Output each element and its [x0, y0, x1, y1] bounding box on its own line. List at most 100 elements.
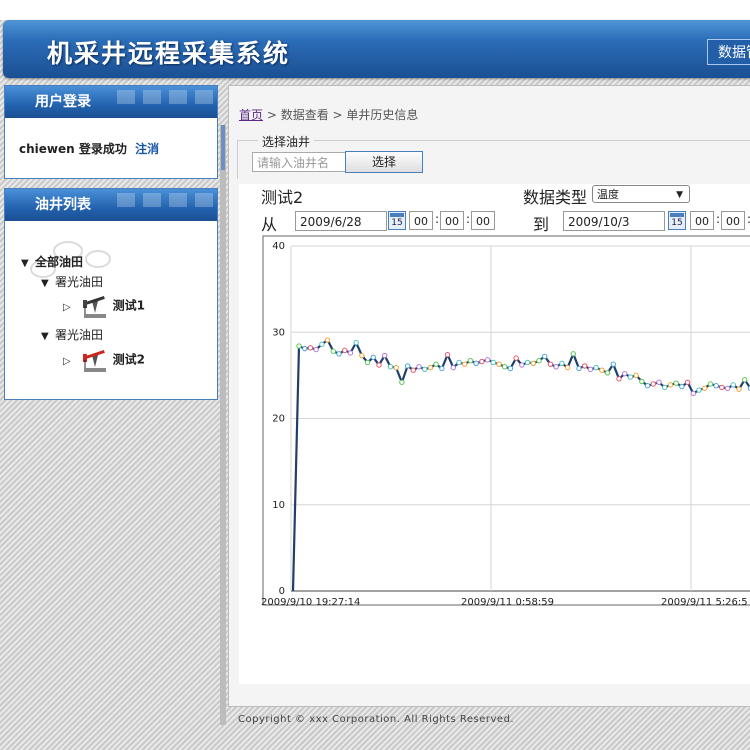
data-point — [462, 361, 468, 367]
data-point — [593, 364, 599, 371]
tree-group-1[interactable]: ▼ 署光油田 — [41, 273, 103, 290]
y-tick-label: 40 — [272, 241, 285, 252]
collapsed-triangle-icon: ▷ — [63, 301, 71, 313]
x-tick-label: 2009/9/10 19:27:14 — [261, 597, 360, 608]
tree-root-label: 全部油田 — [35, 255, 84, 269]
time-separator: : — [466, 212, 471, 226]
data-point — [707, 381, 714, 387]
nav-data-management-button[interactable]: 数据管 — [707, 39, 750, 65]
data-point — [679, 383, 685, 390]
current-well-name: 测试2 — [261, 188, 304, 207]
data-point — [713, 383, 719, 389]
data-point — [439, 365, 445, 372]
data-type-value: 温度 — [597, 188, 619, 201]
data-point — [364, 359, 371, 366]
data-point — [644, 383, 651, 389]
app-title: 机采井远程采集系统 — [47, 39, 291, 68]
login-panel: 用户登录 chiewen 登录成功 注消 — [4, 85, 218, 179]
data-point — [639, 378, 645, 385]
y-tick-label: 20 — [272, 414, 285, 425]
data-point — [484, 357, 491, 363]
data-point — [582, 363, 588, 369]
data-point — [519, 362, 525, 368]
y-tick-label: 30 — [272, 327, 285, 338]
data-point — [353, 339, 359, 346]
data-point — [616, 376, 622, 382]
splitter[interactable] — [220, 125, 226, 725]
copyright-footer: Copyright © xxx Corporation. All Rights … — [238, 714, 515, 725]
from-hour-input[interactable]: 00 — [409, 211, 433, 230]
to-label: 到 — [533, 215, 550, 234]
login-status-text: 登录成功 — [78, 142, 127, 156]
tree-well-1[interactable]: ▷ 测试1 — [63, 293, 145, 319]
data-point — [324, 337, 331, 343]
data-point — [342, 347, 348, 354]
tree-group-label: 署光油田 — [55, 275, 104, 289]
data-point — [622, 370, 628, 377]
pumpjack-icon — [82, 350, 106, 372]
breadcrumb: 首页 > 数据查看 > 单井历史信息 — [239, 106, 418, 123]
select-well-button[interactable]: 选择 — [345, 151, 423, 173]
data-point — [490, 359, 496, 366]
data-point — [564, 364, 571, 371]
calendar-icon[interactable]: 15 — [388, 211, 406, 230]
breadcrumb-current: > 单井历史信息 — [332, 108, 419, 122]
data-point — [684, 379, 691, 385]
data-point — [370, 354, 376, 360]
data-point — [302, 345, 308, 352]
data-point — [507, 365, 514, 372]
well-list-panel: 油井列表 ▼ 全部油田 ▼ 署光油田 ▷ 测试1 ▼ 署光油田 ▷ 测试2 — [4, 188, 218, 400]
username: chiewen — [19, 142, 75, 156]
time-separator: : — [716, 212, 721, 226]
data-type-label: 数据类型 — [523, 188, 588, 207]
data-point — [450, 364, 456, 371]
logout-link[interactable]: 注消 — [135, 142, 159, 156]
data-point — [473, 360, 479, 367]
splitter-handle[interactable] — [221, 125, 225, 170]
expanded-triangle-icon: ▼ — [41, 331, 49, 342]
data-type-select[interactable]: 温度 ▼ — [592, 185, 690, 203]
well-list-title: 油井列表 — [35, 197, 91, 213]
data-point — [736, 386, 742, 392]
app-header: 机采井远程采集系统 数据管 — [3, 20, 750, 78]
data-point — [524, 359, 531, 366]
data-point — [730, 382, 736, 388]
tree-well-2[interactable]: ▷ 测试2 — [63, 347, 145, 373]
data-point — [656, 379, 662, 385]
data-point — [444, 351, 451, 358]
data-point — [570, 351, 576, 357]
data-point — [742, 376, 748, 383]
data-point — [702, 385, 708, 392]
to-date-input[interactable]: 2009/10/3 — [563, 211, 665, 231]
data-point — [667, 382, 674, 388]
x-tick-label: 2009/9/11 0:58:59 — [461, 597, 554, 608]
data-point — [673, 380, 679, 386]
tree-group-2[interactable]: ▼ 署光油田 — [41, 326, 103, 343]
to-minute-input[interactable]: 00 — [721, 211, 745, 230]
breadcrumb-home-link[interactable]: 首页 — [239, 108, 263, 122]
data-point — [662, 384, 668, 391]
data-point — [724, 385, 731, 392]
data-point — [313, 346, 319, 353]
header-decoration — [117, 193, 217, 207]
data-point — [376, 362, 382, 368]
data-point — [433, 361, 439, 367]
data-point — [319, 341, 325, 348]
calendar-icon[interactable]: 15 — [668, 211, 686, 230]
tree-root[interactable]: ▼ 全部油田 — [21, 253, 83, 270]
data-point — [610, 361, 616, 367]
from-date-input[interactable]: 2009/6/28 — [295, 211, 387, 231]
data-point — [553, 364, 559, 370]
well-list-header: 油井列表 — [5, 189, 217, 221]
data-point — [347, 350, 354, 356]
data-point — [587, 366, 594, 373]
data-point — [404, 363, 411, 369]
from-second-input[interactable]: 00 — [471, 211, 495, 230]
from-minute-input[interactable]: 00 — [440, 211, 464, 230]
data-point — [382, 352, 388, 359]
data-point — [422, 366, 428, 373]
to-hour-input[interactable]: 00 — [690, 211, 714, 230]
data-point — [547, 361, 554, 367]
pumpjack-icon — [82, 296, 106, 318]
data-point — [650, 381, 656, 387]
